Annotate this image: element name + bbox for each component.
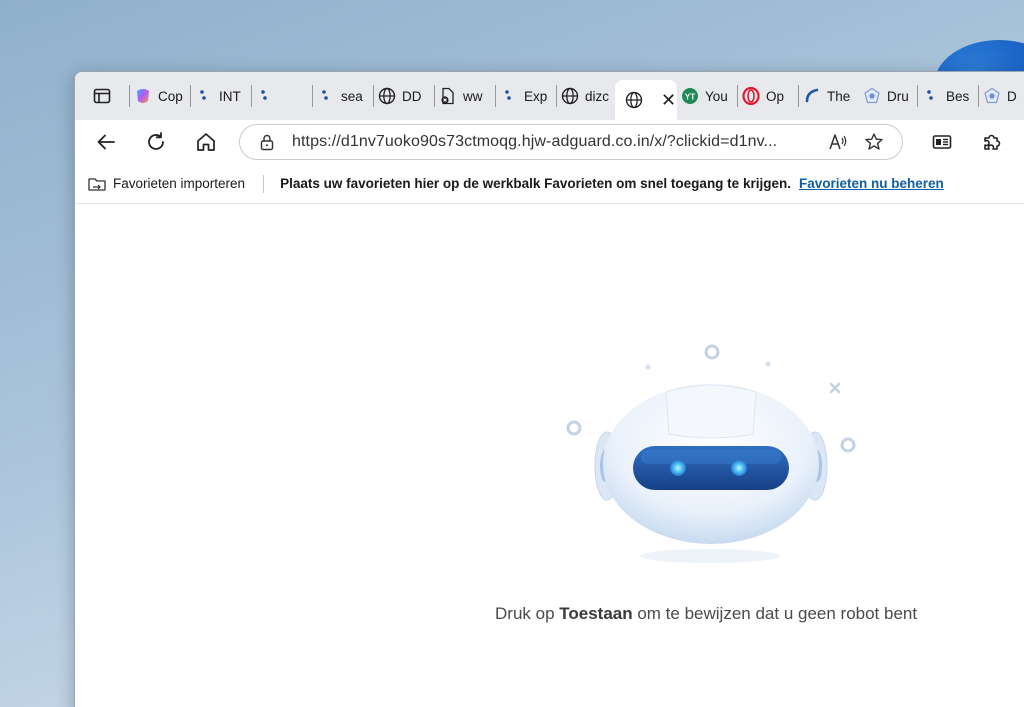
lock-icon[interactable] xyxy=(258,133,276,151)
navigation-toolbar: https://d1nv7uoko90s73ctmoqg.hjw-adguard… xyxy=(75,120,1024,164)
caption-suffix: om te bewijzen dat u geen robot bent xyxy=(632,604,918,623)
tab-separator xyxy=(190,85,191,107)
caption-allow-word: Toestaan xyxy=(559,604,633,623)
tab-separator xyxy=(373,85,374,107)
youtube-icon: YT xyxy=(681,87,699,105)
import-favorites-label: Favorieten importeren xyxy=(113,176,246,191)
svg-text:YT: YT xyxy=(685,93,695,102)
back-button[interactable] xyxy=(81,122,131,162)
home-icon xyxy=(197,133,215,151)
tab-title: D xyxy=(1007,88,1017,104)
tab-opera[interactable]: Op xyxy=(738,72,798,120)
globe-icon xyxy=(625,91,643,109)
refresh-icon xyxy=(148,132,164,150)
tab-the[interactable]: The xyxy=(799,72,859,120)
page-content: Druk op Toestaan om te bewijzen dat u ge… xyxy=(75,204,1024,707)
tab-search[interactable]: sea xyxy=(313,72,373,120)
tab-bes[interactable]: Bes xyxy=(918,72,978,120)
refresh-button[interactable] xyxy=(131,122,181,162)
shield-icon xyxy=(863,87,881,105)
tab-separator xyxy=(917,85,918,107)
tab-separator xyxy=(978,85,979,107)
tab-separator xyxy=(434,85,435,107)
caption-prefix: Druk op xyxy=(495,604,560,623)
tab-title: Dru xyxy=(887,88,909,104)
tab-dd[interactable]: DD xyxy=(374,72,434,120)
dots-icon xyxy=(256,87,274,105)
dots-icon xyxy=(317,87,335,105)
tab-title: sea xyxy=(341,88,363,104)
tab-title: DD xyxy=(402,88,422,104)
tab-strip: Cop INT sea DD ww Exp dizc ✕ YT You Op T… xyxy=(75,72,1024,120)
extensions-button[interactable] xyxy=(967,122,1017,162)
tab-separator xyxy=(798,85,799,107)
browser-window: Cop INT sea DD ww Exp dizc ✕ YT You Op T… xyxy=(74,71,1024,707)
tab-dizc[interactable]: dizc xyxy=(557,72,615,120)
dots-icon xyxy=(500,87,518,105)
tab-title: Op xyxy=(766,88,785,104)
manage-favorites-link[interactable]: Favorieten nu beheren xyxy=(799,176,944,191)
globe-icon xyxy=(561,87,579,105)
tab-actions-button[interactable] xyxy=(75,72,129,120)
import-favorites-button[interactable]: Favorieten importeren xyxy=(87,174,245,194)
globe-icon xyxy=(378,87,396,105)
favorites-divider xyxy=(263,174,265,193)
favorites-bar: Favorieten importeren Plaats uw favoriet… xyxy=(75,164,1024,204)
tab-www[interactable]: ww xyxy=(435,72,495,120)
close-tab-icon[interactable]: ✕ xyxy=(661,90,676,111)
tab-blank[interactable] xyxy=(252,72,312,120)
dots-icon xyxy=(922,87,940,105)
favorites-message: Plaats uw favorieten hier op de werkbalk… xyxy=(280,176,791,191)
reading-view-button[interactable] xyxy=(917,122,967,162)
blue-swirl-icon xyxy=(803,87,821,105)
tab-active[interactable]: ✕ xyxy=(615,80,677,120)
back-arrow-icon xyxy=(97,134,115,150)
file-error-icon xyxy=(439,87,457,105)
tab-separator xyxy=(495,85,496,107)
import-folder-icon xyxy=(88,177,106,191)
tab-title: dizc xyxy=(585,88,610,104)
address-bar[interactable]: https://d1nv7uoko90s73ctmoqg.hjw-adguard… xyxy=(239,124,903,160)
tab-separator xyxy=(312,85,313,107)
tab-title: Bes xyxy=(946,88,970,104)
tab-youtube[interactable]: YT You xyxy=(677,72,737,120)
tab-title: The xyxy=(827,88,851,104)
tab-dru[interactable]: Dru xyxy=(859,72,917,120)
tab-separator xyxy=(251,85,252,107)
home-button[interactable] xyxy=(181,122,231,162)
puzzle-piece-icon xyxy=(984,134,1001,150)
tab-actions-icon xyxy=(93,88,111,104)
opera-icon xyxy=(742,87,760,105)
read-aloud-icon xyxy=(829,134,847,150)
tab-separator xyxy=(129,85,130,107)
reading-view-icon xyxy=(932,135,952,149)
tab-int[interactable]: INT xyxy=(191,72,251,120)
favorite-star-button[interactable] xyxy=(856,127,892,157)
tab-d[interactable]: D xyxy=(979,72,1023,120)
dots-icon xyxy=(195,87,213,105)
tab-copilot[interactable]: Cop xyxy=(130,72,190,120)
robot-illustration xyxy=(566,344,856,563)
url-text[interactable]: https://d1nv7uoko90s73ctmoqg.hjw-adguard… xyxy=(292,133,820,151)
tab-separator xyxy=(737,85,738,107)
tab-separator xyxy=(556,85,557,107)
tab-title: You xyxy=(705,88,728,104)
shield-icon xyxy=(983,87,1001,105)
tab-exp[interactable]: Exp xyxy=(496,72,556,120)
tab-title: ww xyxy=(463,88,483,104)
read-aloud-button[interactable] xyxy=(820,127,856,157)
tab-title: INT xyxy=(219,88,241,104)
tab-title: Cop xyxy=(158,88,183,104)
star-icon xyxy=(865,133,883,150)
tab-title: Exp xyxy=(524,88,548,104)
captcha-instruction: Druk op Toestaan om te bewijzen dat u ge… xyxy=(495,604,935,624)
copilot-icon xyxy=(134,87,152,105)
